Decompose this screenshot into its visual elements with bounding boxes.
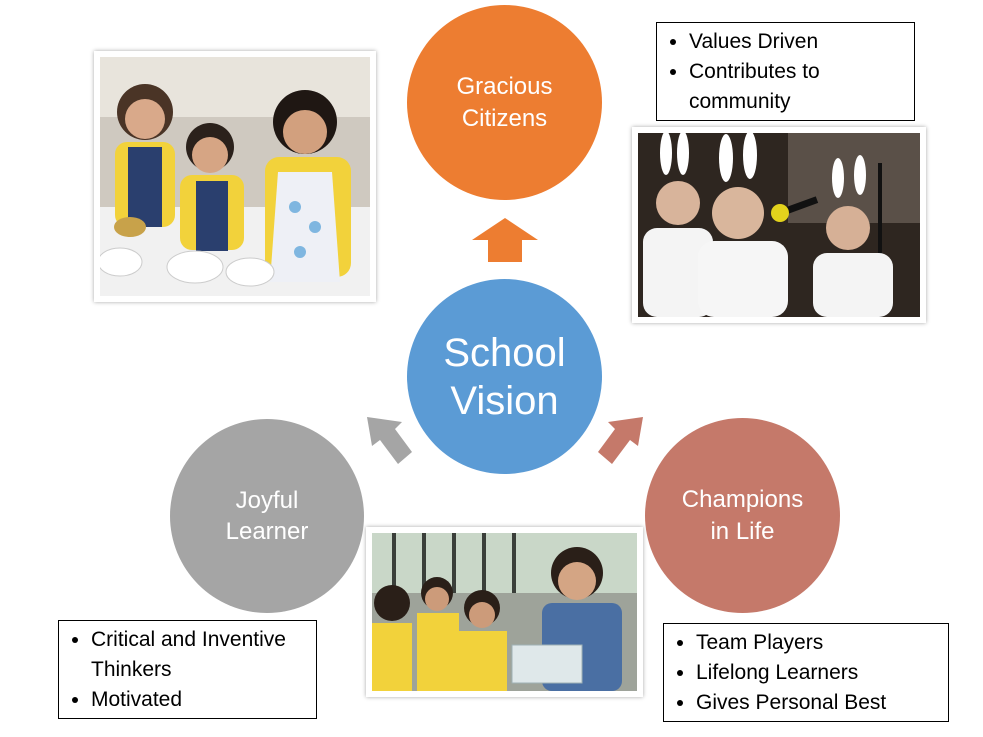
list-item: Lifelong Learners <box>696 658 948 688</box>
arrow-down-right-icon <box>598 417 643 464</box>
joyful-learner-circle: Joyful Learner <box>170 419 364 613</box>
joyful-learner-points: Critical and Inventive Thinkers Motivate… <box>58 620 317 719</box>
joyful-learner-label: Joyful Learner <box>225 486 309 545</box>
gracious-citizens-points: Values Driven Contributes to community <box>656 22 915 121</box>
photo-stage-performance <box>632 127 926 323</box>
arrow-down-left-icon <box>367 417 412 464</box>
arrow-up-icon <box>472 218 538 262</box>
gracious-citizens-label: Gracious Citizens <box>456 73 553 132</box>
school-vision-circle: School Vision <box>407 279 602 474</box>
photo-students-cooking <box>94 51 376 302</box>
photo-teacher-students <box>366 527 643 697</box>
list-item: Values Driven <box>689 27 914 57</box>
gracious-citizens-circle: Gracious Citizens <box>407 5 602 200</box>
list-item: Gives Personal Best <box>696 688 948 718</box>
school-vision-label: School Vision <box>443 330 566 423</box>
list-item: Contributes to community <box>689 57 859 117</box>
champions-in-life-circle: Champions in Life <box>645 418 840 613</box>
champions-in-life-label: Champions in Life <box>681 486 804 545</box>
champions-in-life-points: Team Players Lifelong Learners Gives Per… <box>663 623 949 722</box>
list-item: Motivated <box>91 685 316 715</box>
list-item: Team Players <box>696 628 948 658</box>
list-item: Critical and Inventive Thinkers <box>91 625 311 685</box>
